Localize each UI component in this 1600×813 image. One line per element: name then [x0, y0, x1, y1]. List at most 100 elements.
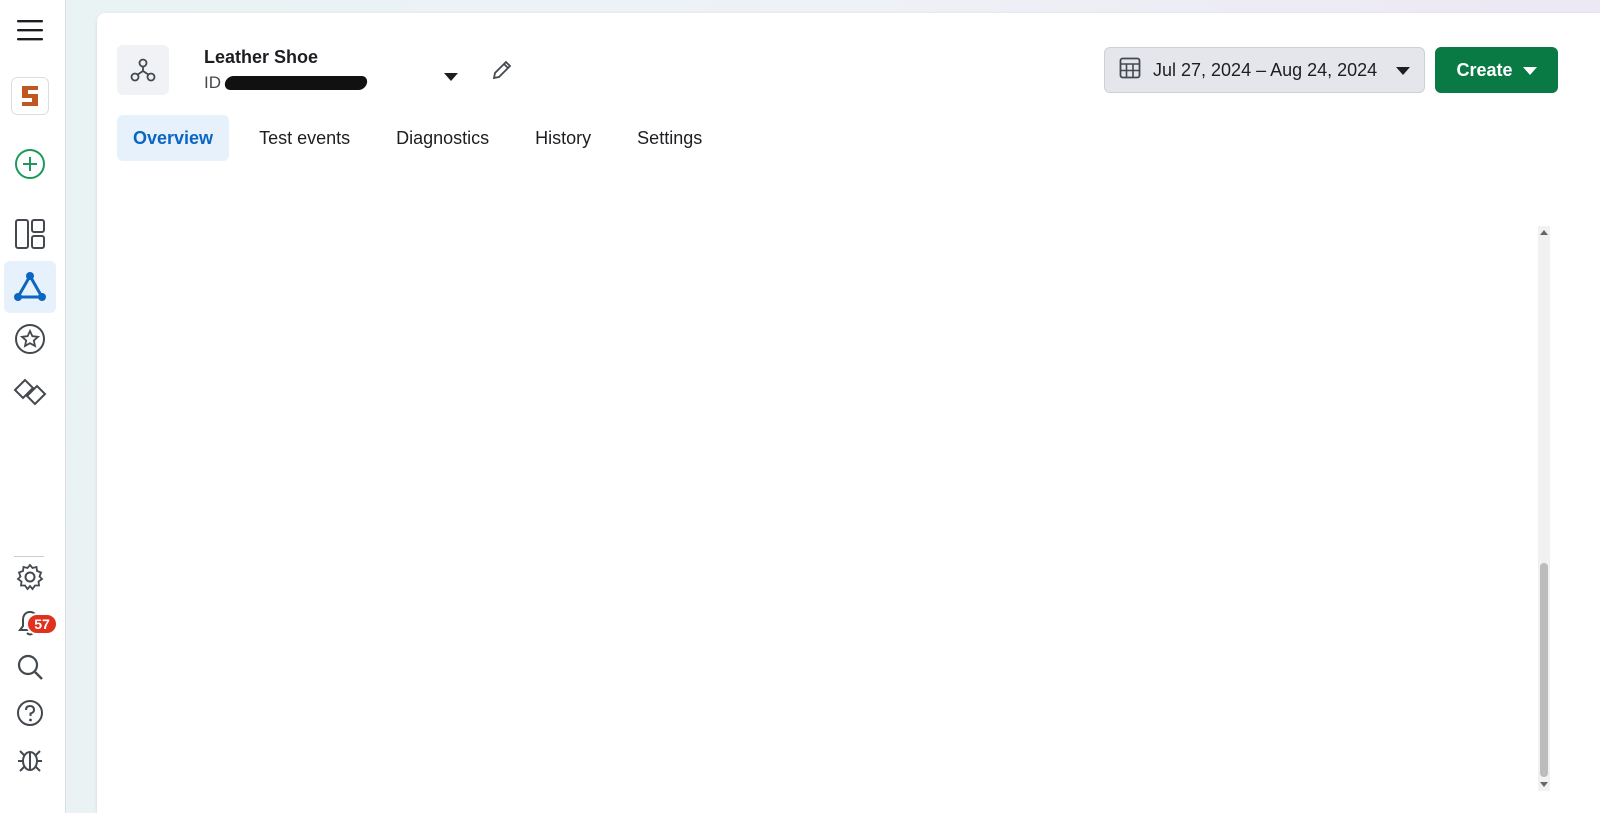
event-name[interactable]: Submit application	[197, 724, 340, 742]
last-received: Last received 2 days ago	[1362, 490, 1464, 527]
info-icon[interactable]	[1155, 396, 1171, 417]
date-range-label: Jul 27, 2024 – Aug 24, 2024	[1153, 59, 1378, 80]
dataset-name: Leather Shoe	[204, 47, 319, 67]
star-icon[interactable]	[4, 313, 56, 365]
table-row[interactable]: Initiate checkout Active Multiple 168 La…	[97, 382, 1537, 467]
event-count: 5	[1362, 724, 1372, 743]
tab-history[interactable]: History	[519, 115, 607, 161]
status-label: Active	[212, 236, 253, 253]
event-count: 168	[1362, 382, 1391, 401]
dataset-switcher-caret-icon[interactable]	[443, 69, 459, 87]
info-icon[interactable]	[955, 478, 971, 499]
info-icon[interactable]	[955, 226, 971, 247]
event-status: Active	[197, 318, 253, 335]
chevron-down-icon[interactable]	[1509, 565, 1523, 583]
business-logo-icon[interactable]	[4, 70, 56, 122]
chevron-down-icon[interactable]	[1509, 224, 1523, 242]
credit-card-icon	[147, 553, 187, 593]
table-scrollbar[interactable]	[1538, 226, 1550, 791]
status-dot	[197, 578, 206, 587]
info-icon[interactable]	[1155, 482, 1171, 503]
event-count: 157	[1362, 468, 1391, 487]
integration-cell: Multiple	[887, 478, 971, 499]
table-row[interactable]: Add to cart Active Multiple 763 Last rec…	[97, 297, 1537, 382]
integration-cell: Browser	[887, 734, 953, 755]
status-label: Active	[212, 318, 253, 335]
info-icon[interactable]	[1155, 311, 1171, 332]
table-row[interactable]: Submit application Active Browser 5 Last…	[97, 724, 1537, 809]
chevron-down-icon[interactable]	[1509, 651, 1523, 669]
event-status: Active	[197, 660, 253, 677]
table-row[interactable]: View content Active Multiple 6.2/10 Last…	[97, 224, 1537, 309]
scroll-up-arrow-icon[interactable]	[1540, 230, 1548, 235]
add-circle-icon[interactable]	[4, 138, 56, 190]
search-icon	[147, 468, 187, 508]
event-name[interactable]: View content	[197, 212, 295, 230]
date-range-picker[interactable]: Jul 27, 2024 – Aug 24, 2024	[1104, 47, 1425, 93]
event-name[interactable]: Add to cart	[197, 297, 281, 315]
status-dot	[197, 493, 206, 502]
settings-icon[interactable]	[4, 551, 56, 603]
integration-label: Multiple	[887, 563, 950, 583]
help-icon[interactable]	[4, 687, 56, 739]
dataset-icon	[117, 45, 169, 95]
partners-icon[interactable]	[4, 366, 56, 418]
left-navigation-rail: 57	[0, 0, 66, 813]
event-name[interactable]: Search	[197, 468, 250, 486]
event-name[interactable]: Add payment info	[197, 553, 332, 571]
chevron-down-icon[interactable]	[1509, 309, 1523, 327]
status-label: Active	[212, 489, 253, 506]
event-count: 763	[1362, 297, 1391, 316]
event-count: 28	[1362, 639, 1381, 658]
shopping-bag-icon	[147, 639, 187, 679]
info-icon[interactable]	[955, 563, 971, 584]
status-dot	[197, 664, 206, 673]
scrollbar-thumb[interactable]	[1540, 563, 1548, 777]
status-dot	[197, 240, 206, 249]
chevron-down-icon[interactable]	[1509, 394, 1523, 412]
event-match-quality[interactable]: 6.2/10	[1152, 226, 1199, 246]
tab-settings[interactable]: Settings	[621, 115, 718, 161]
table-row[interactable]: Search Active Multiple 157 Last received…	[97, 468, 1537, 553]
status-dot	[197, 407, 206, 416]
search-icon[interactable]	[4, 641, 56, 693]
tab-overview[interactable]: Overview	[117, 115, 230, 161]
event-count: 40	[1362, 553, 1381, 572]
tab-diagnostics[interactable]: Diagnostics	[380, 115, 505, 161]
event-name[interactable]: Initiate checkout	[197, 382, 323, 400]
last-received: Last received 2 days ago	[1362, 661, 1464, 698]
info-icon[interactable]	[1155, 653, 1171, 674]
calendar-icon	[1119, 57, 1141, 84]
create-button-label: Create	[1456, 59, 1513, 80]
last-received: Last received 1 day ago	[1362, 319, 1464, 356]
info-icon[interactable]	[955, 307, 971, 328]
event-name[interactable]: Purchase	[197, 639, 269, 657]
last-received: Last received 1 day ago	[1362, 404, 1464, 441]
edit-pencil-icon[interactable]	[487, 55, 517, 85]
integration-label: Multiple	[887, 392, 950, 412]
ad-sets-link[interactable]: 2 ad sets	[727, 649, 800, 670]
dataset-id-label: ID	[204, 73, 221, 92]
table-row[interactable]: Purchase Active 2 ad sets Multiple 28 La…	[97, 639, 1537, 724]
redacted-id	[223, 76, 369, 90]
create-button[interactable]: Create	[1435, 47, 1558, 93]
scroll-down-arrow-icon[interactable]	[1540, 782, 1548, 787]
dashboard-icon[interactable]	[4, 208, 56, 260]
events-manager-icon[interactable]	[4, 261, 56, 313]
info-icon[interactable]	[955, 392, 971, 413]
tab-test-events[interactable]: Test events	[243, 115, 366, 161]
chevron-down-icon[interactable]	[1509, 480, 1523, 498]
info-icon[interactable]	[1155, 567, 1171, 588]
chevron-down-icon	[1522, 60, 1537, 81]
notification-badge[interactable]: 57	[26, 613, 58, 635]
event-status: Active	[197, 574, 253, 591]
bug-icon[interactable]	[4, 733, 56, 785]
info-icon[interactable]	[955, 649, 971, 670]
chevron-down-icon[interactable]	[1509, 736, 1523, 754]
table-row[interactable]: Add payment info Active Multiple 40 Last…	[97, 553, 1537, 638]
hamburger-menu-icon[interactable]	[4, 4, 56, 56]
main-panel: Leather Shoe ID Jul 27, 2024 – Aug 24, 2…	[97, 13, 1600, 813]
cart-icon	[147, 297, 187, 337]
integration-label: Browser	[887, 734, 954, 754]
eye-icon	[147, 220, 187, 260]
